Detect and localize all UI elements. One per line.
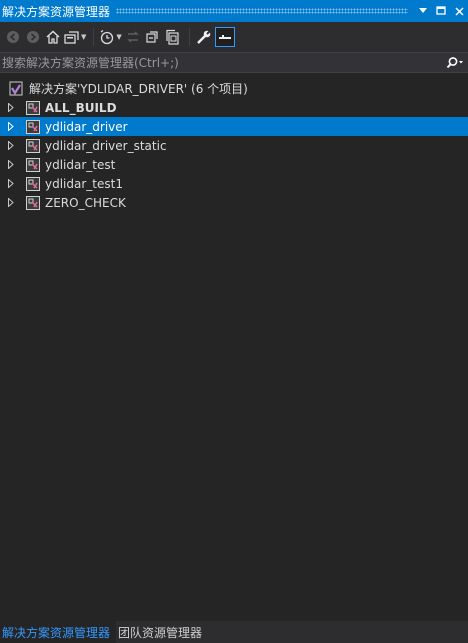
sync-with-active-document-icon[interactable] (124, 26, 142, 48)
switch-views-icon[interactable]: ▼ (64, 26, 86, 48)
project-label: ALL_BUILD (45, 100, 117, 115)
project-icon (26, 176, 40, 191)
expand-arrow-icon[interactable] (5, 98, 17, 117)
project-icon (26, 138, 40, 153)
toolbar-separator (93, 28, 95, 46)
tree-item[interactable]: ALL_BUILD (0, 98, 468, 117)
panel-title: 解决方案资源管理器 (2, 4, 111, 19)
show-all-files-icon[interactable] (164, 26, 182, 48)
pin-icon[interactable] (432, 2, 450, 20)
project-label: ydlidar_test (45, 157, 116, 172)
project-icon (26, 119, 40, 134)
close-icon[interactable] (450, 2, 468, 20)
expand-arrow-icon[interactable] (5, 193, 17, 212)
search-icon[interactable] (442, 56, 468, 69)
tree-item[interactable]: ydlidar_test (0, 155, 468, 174)
expand-arrow-icon[interactable] (5, 136, 17, 155)
tree-item-selected[interactable]: ydlidar_driver (0, 117, 468, 136)
tree-item[interactable]: ydlidar_driver_static (0, 136, 468, 155)
titlebar-grip[interactable] (116, 8, 408, 14)
properties-wrench-icon[interactable] (195, 26, 213, 48)
collapse-all-icon[interactable] (144, 26, 162, 48)
tab-solution-explorer[interactable]: 解决方案资源管理器 (0, 621, 117, 643)
forward-icon[interactable] (24, 26, 42, 48)
tree-item[interactable]: ZERO_CHECK (0, 193, 468, 212)
back-icon[interactable] (4, 26, 22, 48)
project-icon (26, 100, 40, 115)
search-input[interactable] (0, 52, 442, 73)
solution-tree: 解决方案'YDLIDAR_DRIVER' (6 个项目) ALL_BUILD y… (0, 79, 468, 212)
project-label: ydlidar_driver (45, 119, 128, 134)
pending-changes-filter-icon[interactable]: ▼ (99, 26, 122, 48)
toolbar-separator (188, 28, 190, 46)
expand-arrow-icon[interactable] (5, 155, 17, 174)
solution-label: 解决方案'YDLIDAR_DRIVER' (6 个项目) (29, 82, 248, 96)
expand-arrow-icon[interactable] (5, 117, 17, 136)
project-icon (26, 157, 40, 172)
solution-icon (9, 81, 23, 95)
home-icon[interactable] (44, 26, 62, 48)
tab-team-explorer[interactable]: 团队资源管理器 (116, 621, 208, 643)
solution-explorer-toolbar: ▼ ▼ (0, 22, 468, 52)
expand-arrow-icon[interactable] (5, 174, 17, 193)
project-label: ZERO_CHECK (45, 195, 126, 210)
search-bar (0, 52, 468, 73)
panel-tabs: 解决方案资源管理器 团队资源管理器 (0, 621, 468, 643)
project-label: ydlidar_driver_static (45, 138, 167, 153)
project-label: ydlidar_test1 (45, 176, 123, 191)
preview-selected-items-icon[interactable] (214, 27, 235, 47)
window-position-dropdown-icon[interactable] (414, 2, 432, 20)
project-icon (26, 195, 40, 210)
panel-titlebar: 解决方案资源管理器 (0, 0, 468, 22)
tree-item[interactable]: ydlidar_test1 (0, 174, 468, 193)
solution-node[interactable]: 解决方案'YDLIDAR_DRIVER' (6 个项目) (0, 79, 468, 98)
